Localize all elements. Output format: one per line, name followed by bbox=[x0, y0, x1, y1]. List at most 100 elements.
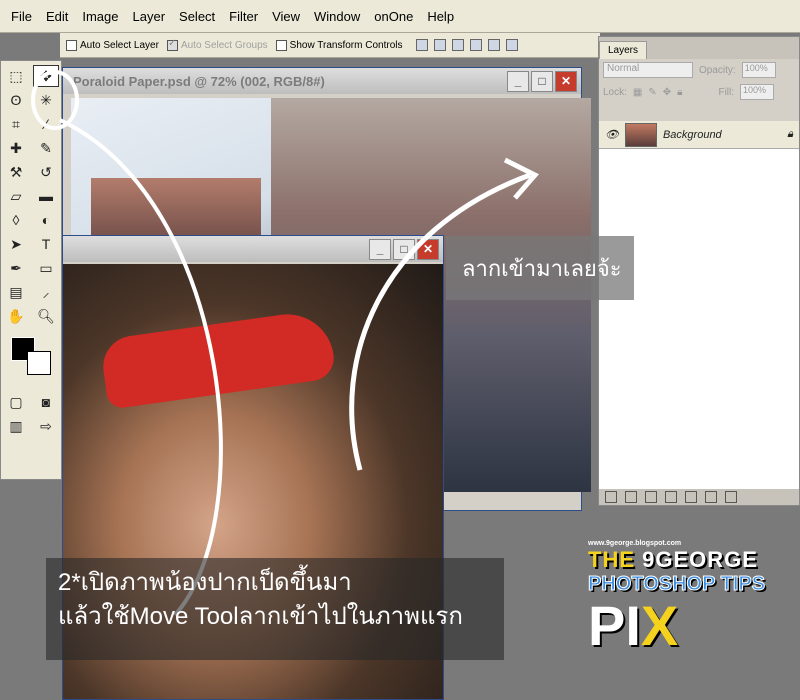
align-left-icon[interactable] bbox=[470, 39, 483, 51]
hand-tool-icon[interactable]: ✋ bbox=[3, 305, 29, 327]
red-headband bbox=[99, 308, 337, 410]
toolbox: ⬚ ✥ ʘ ✳ ⌗ ⁄ ✚ ✎ ⚒ ↺ ▱ ▬ ◊ ◐ ➤ T ✒ ▭ ▤ ⸝ … bbox=[0, 60, 62, 480]
auto-select-groups-checkbox bbox=[166, 38, 178, 51]
add-mask-icon[interactable] bbox=[645, 491, 657, 503]
menu-select[interactable]: Select bbox=[172, 9, 222, 24]
logo-url: www.9george.blogspot.com bbox=[588, 540, 682, 547]
align-hcenter-icon[interactable] bbox=[488, 39, 501, 51]
history-brush-icon[interactable]: ↺ bbox=[33, 161, 59, 183]
document-titlebar: Poraloid Paper.psd @ 72% (002, RGB/8#) _… bbox=[63, 68, 581, 94]
zoom-tool-icon[interactable]: 🔍︎ bbox=[33, 305, 59, 327]
dodge-tool-icon[interactable]: ◐ bbox=[33, 209, 59, 231]
step-line-1: 2*เปิดภาพน้องปากเป็ดขึ้นมา bbox=[58, 569, 352, 596]
opacity-field[interactable]: 100% bbox=[741, 62, 776, 78]
step-note: 2*เปิดภาพน้องปากเป็ดขึ้นมา แล้วใช้Move T… bbox=[46, 558, 504, 660]
layers-tab[interactable]: Layers bbox=[599, 41, 648, 59]
layer-lock-icon: 🔒︎ bbox=[787, 128, 793, 140]
lock-position-icon[interactable]: ✥ bbox=[663, 87, 671, 98]
background-color[interactable] bbox=[27, 351, 51, 375]
show-transform-controls-label: Show Transform Controls bbox=[289, 39, 403, 51]
align-bottom-icon[interactable] bbox=[452, 39, 465, 51]
lock-image-icon[interactable]: ✎ bbox=[648, 87, 656, 98]
crop-tool-icon[interactable]: ⌗ bbox=[3, 113, 29, 135]
menu-bar: File Edit Image Layer Select Filter View… bbox=[0, 0, 800, 33]
quick-mask-icon[interactable]: ◙ bbox=[33, 391, 59, 413]
adjustment-layer-icon[interactable] bbox=[665, 491, 677, 503]
menu-layer[interactable]: Layer bbox=[126, 9, 173, 24]
path-selection-icon[interactable]: ➤ bbox=[3, 233, 29, 255]
move-tool-icon[interactable]: ✥ bbox=[33, 65, 59, 87]
type-tool-icon[interactable]: T bbox=[33, 233, 59, 255]
eraser-tool-icon[interactable]: ▱ bbox=[3, 185, 29, 207]
align-buttons bbox=[416, 39, 519, 51]
auto-select-layer-option[interactable]: Auto Select Layer bbox=[66, 39, 159, 51]
document-title: Poraloid Paper.psd @ 72% (002, RGB/8#) bbox=[73, 73, 325, 89]
clone-stamp-icon[interactable]: ⚒ bbox=[3, 161, 29, 183]
menu-file[interactable]: File bbox=[4, 9, 39, 24]
menu-edit[interactable]: Edit bbox=[39, 9, 75, 24]
notes-tool-icon[interactable]: ▤ bbox=[3, 281, 29, 303]
eyedropper-tool-icon[interactable]: ⸝ bbox=[33, 281, 59, 303]
show-transform-controls-option[interactable]: Show Transform Controls bbox=[275, 39, 403, 51]
delete-layer-icon[interactable] bbox=[725, 491, 737, 503]
visibility-eye-icon[interactable]: 👁︎ bbox=[605, 128, 619, 141]
close-button[interactable]: ✕ bbox=[555, 70, 577, 92]
auto-select-groups-label: Auto Select Groups bbox=[180, 39, 268, 51]
minimize-button[interactable]: _ bbox=[507, 70, 529, 92]
auto-select-layer-label: Auto Select Layer bbox=[80, 39, 159, 51]
pen-tool-icon[interactable]: ✒ bbox=[3, 257, 29, 279]
layer-thumbnail bbox=[624, 122, 657, 147]
slice-tool-icon[interactable]: ⁄ bbox=[33, 113, 59, 135]
marquee-tool-icon[interactable]: ⬚ bbox=[3, 65, 29, 87]
logo-the: THE bbox=[588, 547, 635, 572]
maximize-button[interactable]: □ bbox=[393, 238, 415, 260]
healing-brush-icon[interactable]: ✚ bbox=[3, 137, 29, 159]
gradient-tool-icon[interactable]: ▬ bbox=[33, 185, 59, 207]
menu-onone[interactable]: onOne bbox=[367, 9, 420, 24]
logo-x: X bbox=[640, 594, 679, 657]
new-group-icon[interactable] bbox=[685, 491, 697, 503]
logo-pi: PI bbox=[588, 594, 641, 657]
options-bar: Auto Select Layer Auto Select Groups Sho… bbox=[60, 33, 600, 58]
lock-transparent-icon[interactable]: ▦ bbox=[633, 87, 642, 98]
shape-tool-icon[interactable]: ▭ bbox=[33, 257, 59, 279]
opacity-label: Opacity: bbox=[699, 64, 736, 76]
layer-style-icon[interactable] bbox=[625, 491, 637, 503]
fill-field[interactable]: 100% bbox=[740, 84, 775, 100]
blur-tool-icon[interactable]: ◊ bbox=[3, 209, 29, 231]
auto-select-groups-option: Auto Select Groups bbox=[166, 38, 268, 51]
lasso-tool-icon[interactable]: ʘ bbox=[3, 89, 29, 111]
9george-logo: www.9george.blogspot.com THE 9GEORGE PHO… bbox=[588, 540, 784, 690]
layer-row-background[interactable]: 👁︎ Background 🔒︎ bbox=[599, 121, 799, 149]
layer-name: Background bbox=[662, 128, 722, 141]
standard-mode-icon[interactable]: ▢ bbox=[3, 391, 29, 413]
link-layers-icon[interactable] bbox=[605, 491, 617, 503]
auto-select-layer-checkbox[interactable] bbox=[66, 39, 77, 51]
color-swatches bbox=[7, 335, 55, 383]
fill-label: Fill: bbox=[718, 86, 735, 98]
show-transform-controls-checkbox[interactable] bbox=[275, 39, 287, 51]
screen-mode-icon[interactable]: ▥ bbox=[3, 415, 29, 437]
menu-help[interactable]: Help bbox=[420, 9, 461, 24]
align-right-icon[interactable] bbox=[506, 39, 519, 51]
menu-view[interactable]: View bbox=[265, 9, 307, 24]
menu-image[interactable]: Image bbox=[75, 9, 125, 24]
brush-tool-icon[interactable]: ✎ bbox=[33, 137, 59, 159]
lock-label: Lock: bbox=[603, 86, 627, 98]
close-button[interactable]: ✕ bbox=[417, 238, 439, 260]
menu-window[interactable]: Window bbox=[307, 9, 367, 24]
layer-list: 👁︎ Background 🔒︎ bbox=[599, 121, 799, 491]
maximize-button[interactable]: □ bbox=[531, 70, 553, 92]
layers-footer bbox=[599, 489, 799, 505]
child-photo-titlebar: _ □ ✕ bbox=[63, 236, 443, 262]
align-top-icon[interactable] bbox=[416, 39, 429, 51]
lock-all-icon[interactable]: 🔒︎ bbox=[677, 87, 682, 98]
jump-to-imageready-icon[interactable]: ⇨ bbox=[33, 415, 59, 437]
blend-mode-select[interactable]: Normal bbox=[603, 62, 693, 78]
menu-filter[interactable]: Filter bbox=[222, 9, 265, 24]
magic-wand-tool-icon[interactable]: ✳ bbox=[33, 89, 59, 111]
align-vcenter-icon[interactable] bbox=[434, 39, 447, 51]
drag-note: ลากเข้ามาเลยจ้ะ bbox=[446, 236, 634, 300]
minimize-button[interactable]: _ bbox=[369, 238, 391, 260]
new-layer-icon[interactable] bbox=[705, 491, 717, 503]
